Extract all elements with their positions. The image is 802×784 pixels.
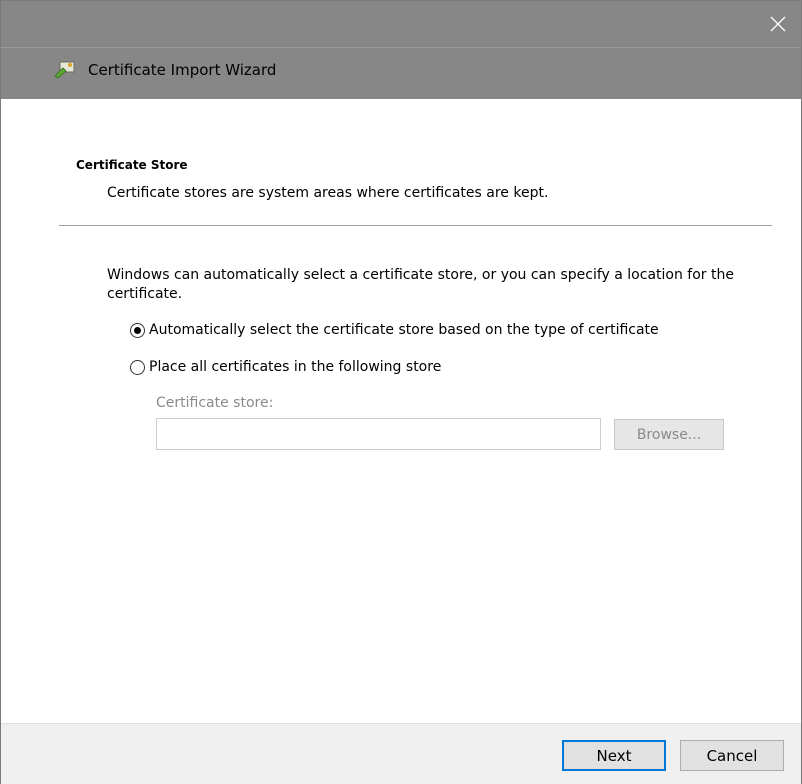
- next-button[interactable]: Next: [562, 740, 666, 771]
- intro-text: Windows can automatically select a certi…: [107, 267, 734, 302]
- title-bar: [1, 1, 801, 47]
- radio-auto-select-label: Automatically select the certificate sto…: [149, 322, 659, 338]
- section-description: Certificate stores are system areas wher…: [107, 185, 549, 201]
- divider: [59, 225, 772, 226]
- wizard-header: Certificate Import Wizard: [1, 47, 801, 99]
- certificate-store-input: [156, 418, 601, 450]
- footer-bar: Next Cancel: [1, 723, 801, 784]
- browse-button: Browse...: [614, 419, 724, 450]
- certificate-store-label: Certificate store:: [156, 395, 274, 411]
- close-button[interactable]: [755, 1, 801, 47]
- radio-button-selected[interactable]: [130, 322, 145, 338]
- radio-button[interactable]: [130, 359, 145, 375]
- cancel-button[interactable]: Cancel: [680, 740, 784, 771]
- wizard-title: Certificate Import Wizard: [88, 61, 277, 79]
- radio-auto-select[interactable]: Automatically select the certificate sto…: [130, 322, 659, 338]
- section-title: Certificate Store: [76, 158, 188, 172]
- radio-place-in-store[interactable]: Place all certificates in the following …: [130, 359, 441, 375]
- close-icon: [770, 16, 786, 32]
- radio-place-in-store-label: Place all certificates in the following …: [149, 359, 442, 375]
- certificate-wizard-icon: [54, 61, 75, 79]
- wizard-window: Certificate Import Wizard Certificate St…: [0, 0, 802, 784]
